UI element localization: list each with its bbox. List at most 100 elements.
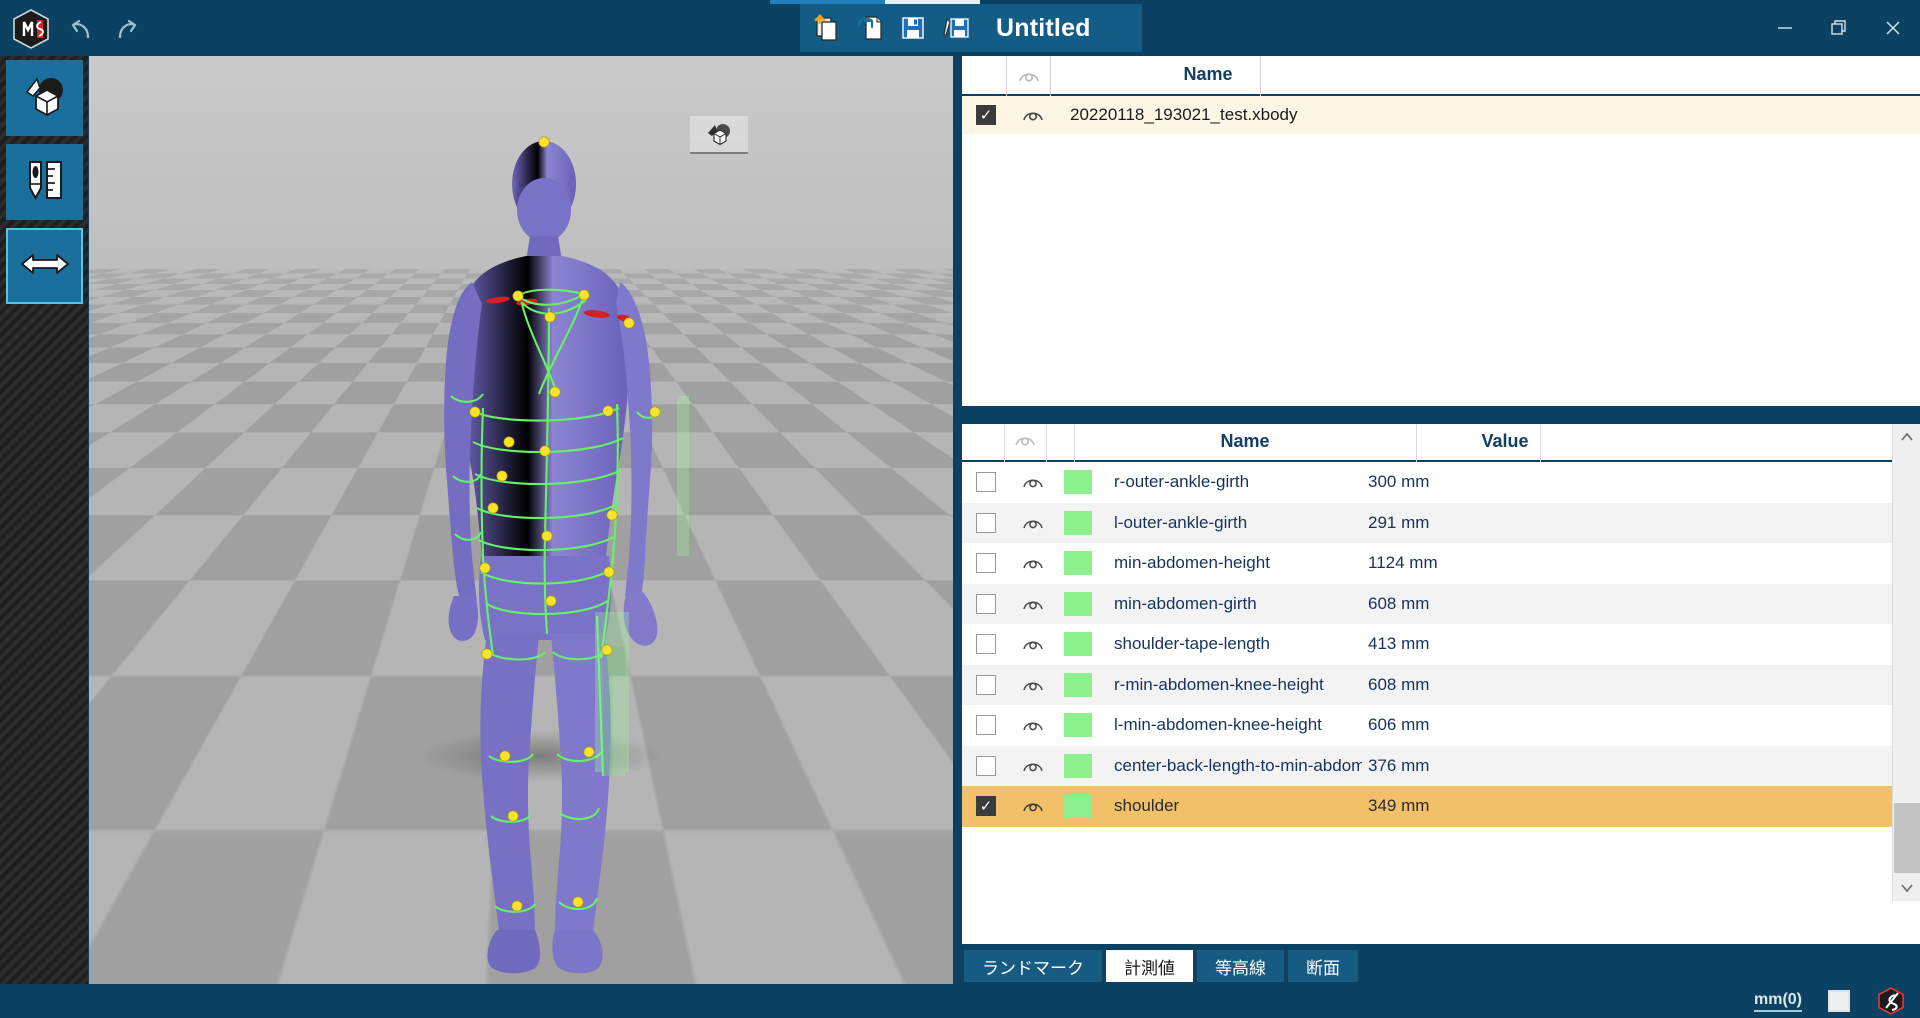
table-row-selected[interactable]: shoulder 349 mm — [962, 786, 1920, 827]
measurement-name-column-header: Name — [1220, 431, 1270, 451]
file-list-row[interactable]: 20220118_193021_test.xbody — [962, 96, 1920, 134]
eye-icon[interactable] — [1018, 516, 1048, 530]
body-model[interactable] — [89, 56, 953, 986]
cube-shadow-icon — [21, 74, 69, 123]
eye-icon[interactable] — [1018, 597, 1048, 611]
color-swatch[interactable] — [1064, 470, 1092, 495]
measurement-value: 349 mm — [1368, 796, 1430, 816]
measurement-value: 376 mm — [1368, 755, 1430, 775]
color-swatch[interactable] — [1064, 713, 1092, 738]
eye-icon[interactable] — [1018, 108, 1048, 122]
table-row[interactable]: min-abdomen-girth 608 mm — [962, 583, 1920, 624]
app-hexagon-logo — [10, 8, 52, 50]
chevron-down-icon[interactable] — [1893, 875, 1920, 901]
measurement-value: 413 mm — [1368, 634, 1430, 654]
table-row[interactable]: r-min-abdomen-knee-height 608 mm — [962, 664, 1920, 705]
table-row[interactable]: min-abdomen-height 1124 mm — [962, 543, 1920, 584]
document-toolbar: Untitled — [800, 4, 1142, 52]
body-mesh — [444, 141, 658, 974]
double-arrow-icon — [19, 250, 71, 283]
tab-measurements[interactable]: 計測値 — [1106, 950, 1193, 982]
measure-tool[interactable] — [6, 144, 83, 220]
measurement-scrollbar[interactable] — [1892, 424, 1920, 901]
color-swatch[interactable] — [1064, 794, 1092, 819]
row-checkbox[interactable] — [976, 674, 996, 695]
white-square-icon[interactable] — [1828, 990, 1850, 1012]
color-swatch[interactable] — [1064, 510, 1092, 535]
table-row[interactable]: l-min-abdomen-knee-height 606 mm — [962, 705, 1920, 746]
eye-icon[interactable] — [1018, 759, 1048, 773]
tab-landmark[interactable]: ランドマーク — [964, 950, 1102, 982]
file-checkbox[interactable] — [976, 105, 996, 125]
table-row[interactable]: l-outer-ankle-girth 291 mm — [962, 502, 1920, 543]
measurement-name: min-abdomen-girth — [1114, 593, 1257, 613]
row-checkbox[interactable] — [976, 472, 996, 493]
distance-tool[interactable] — [6, 228, 83, 304]
file-list-panel: Name 20220118_193021_test.xbody — [958, 56, 1920, 406]
eye-icon — [1014, 66, 1044, 86]
measurement-name: shoulder — [1114, 796, 1180, 816]
measurement-name: center-back-length-to-min-abdom — [1114, 755, 1362, 775]
row-checkbox[interactable] — [976, 715, 996, 736]
tab-contour[interactable]: 等高線 — [1197, 950, 1284, 982]
scrollbar-thumb[interactable] — [1894, 803, 1920, 873]
color-swatch[interactable] — [1064, 591, 1092, 616]
color-swatch[interactable] — [1064, 753, 1092, 778]
table-row[interactable]: shoulder-tape-length 413 mm — [962, 624, 1920, 665]
status-bar: mm(0) — [0, 984, 1920, 1018]
brand-hexagon-icon[interactable] — [1876, 986, 1906, 1016]
row-checkbox[interactable] — [976, 634, 996, 655]
row-checkbox[interactable] — [976, 755, 996, 776]
window-controls — [1758, 0, 1920, 56]
eye-icon[interactable] — [1018, 475, 1048, 489]
file-list-header: Name — [962, 56, 1920, 96]
save-as-icon[interactable] — [939, 11, 973, 45]
tab-cross-section[interactable]: 断面 — [1288, 950, 1358, 982]
eye-icon[interactable] — [1018, 718, 1048, 732]
measurement-panel: Name Value r-outer-ankle-girth 300 mm l-… — [958, 424, 1920, 944]
row-checkbox[interactable] — [976, 553, 996, 574]
measurement-name: r-outer-ankle-girth — [1114, 472, 1250, 492]
title-bar: Untitled — [0, 0, 1920, 56]
undo-button[interactable] — [66, 14, 100, 44]
color-swatch[interactable] — [1064, 672, 1092, 697]
table-row[interactable]: center-back-length-to-min-abdom 376 mm — [962, 745, 1920, 786]
unit-selector[interactable]: mm(0) — [1753, 991, 1802, 1012]
left-tool-rail — [0, 56, 88, 986]
measurement-value: 1124 mm — [1368, 553, 1438, 573]
row-checkbox[interactable] — [976, 512, 996, 533]
panel-tab-bar: ランドマーク 計測値 等高線 断面 — [958, 944, 1920, 982]
3d-viewport[interactable] — [89, 56, 953, 986]
eye-icon[interactable] — [1018, 637, 1048, 651]
eye-icon[interactable] — [1018, 556, 1048, 570]
eye-icon[interactable] — [1018, 678, 1048, 692]
eye-icon[interactable] — [1018, 799, 1048, 813]
measurement-header: Name Value — [962, 424, 1920, 462]
save-icon[interactable] — [896, 11, 930, 45]
new-document-icon[interactable] — [810, 11, 844, 45]
application-window: Untitled Name ✓ 20220118_193021_test.xbo… — [0, 0, 1920, 1018]
measurement-rows: r-outer-ankle-girth 300 mm l-outer-ankle… — [962, 462, 1920, 899]
open-document-icon[interactable] — [853, 11, 887, 45]
maximize-button[interactable] — [1812, 4, 1866, 52]
redo-button[interactable] — [108, 14, 142, 44]
row-checkbox[interactable] — [976, 796, 996, 817]
row-checkbox[interactable] — [976, 593, 996, 614]
close-button[interactable] — [1866, 4, 1920, 52]
measurement-name: shoulder-tape-length — [1114, 634, 1270, 654]
measurement-value: 606 mm — [1368, 715, 1430, 735]
measurement-value-column-header: Value — [1481, 431, 1529, 451]
document-title: Untitled — [996, 13, 1091, 42]
model-view-tool[interactable] — [6, 60, 83, 136]
color-swatch[interactable] — [1064, 632, 1092, 657]
measurement-value: 300 mm — [1368, 472, 1430, 492]
table-row[interactable]: r-outer-ankle-girth 300 mm — [962, 462, 1920, 503]
chevron-up-icon[interactable] — [1893, 424, 1920, 450]
minimize-button[interactable] — [1758, 4, 1812, 52]
measurement-name: min-abdomen-height — [1114, 553, 1270, 573]
file-name: 20220118_193021_test.xbody — [1070, 105, 1298, 124]
measurement-name: r-min-abdomen-knee-height — [1114, 674, 1324, 694]
file-name-column-header: Name — [1183, 64, 1233, 84]
color-swatch[interactable] — [1064, 551, 1092, 576]
measurement-value: 608 mm — [1368, 674, 1430, 694]
